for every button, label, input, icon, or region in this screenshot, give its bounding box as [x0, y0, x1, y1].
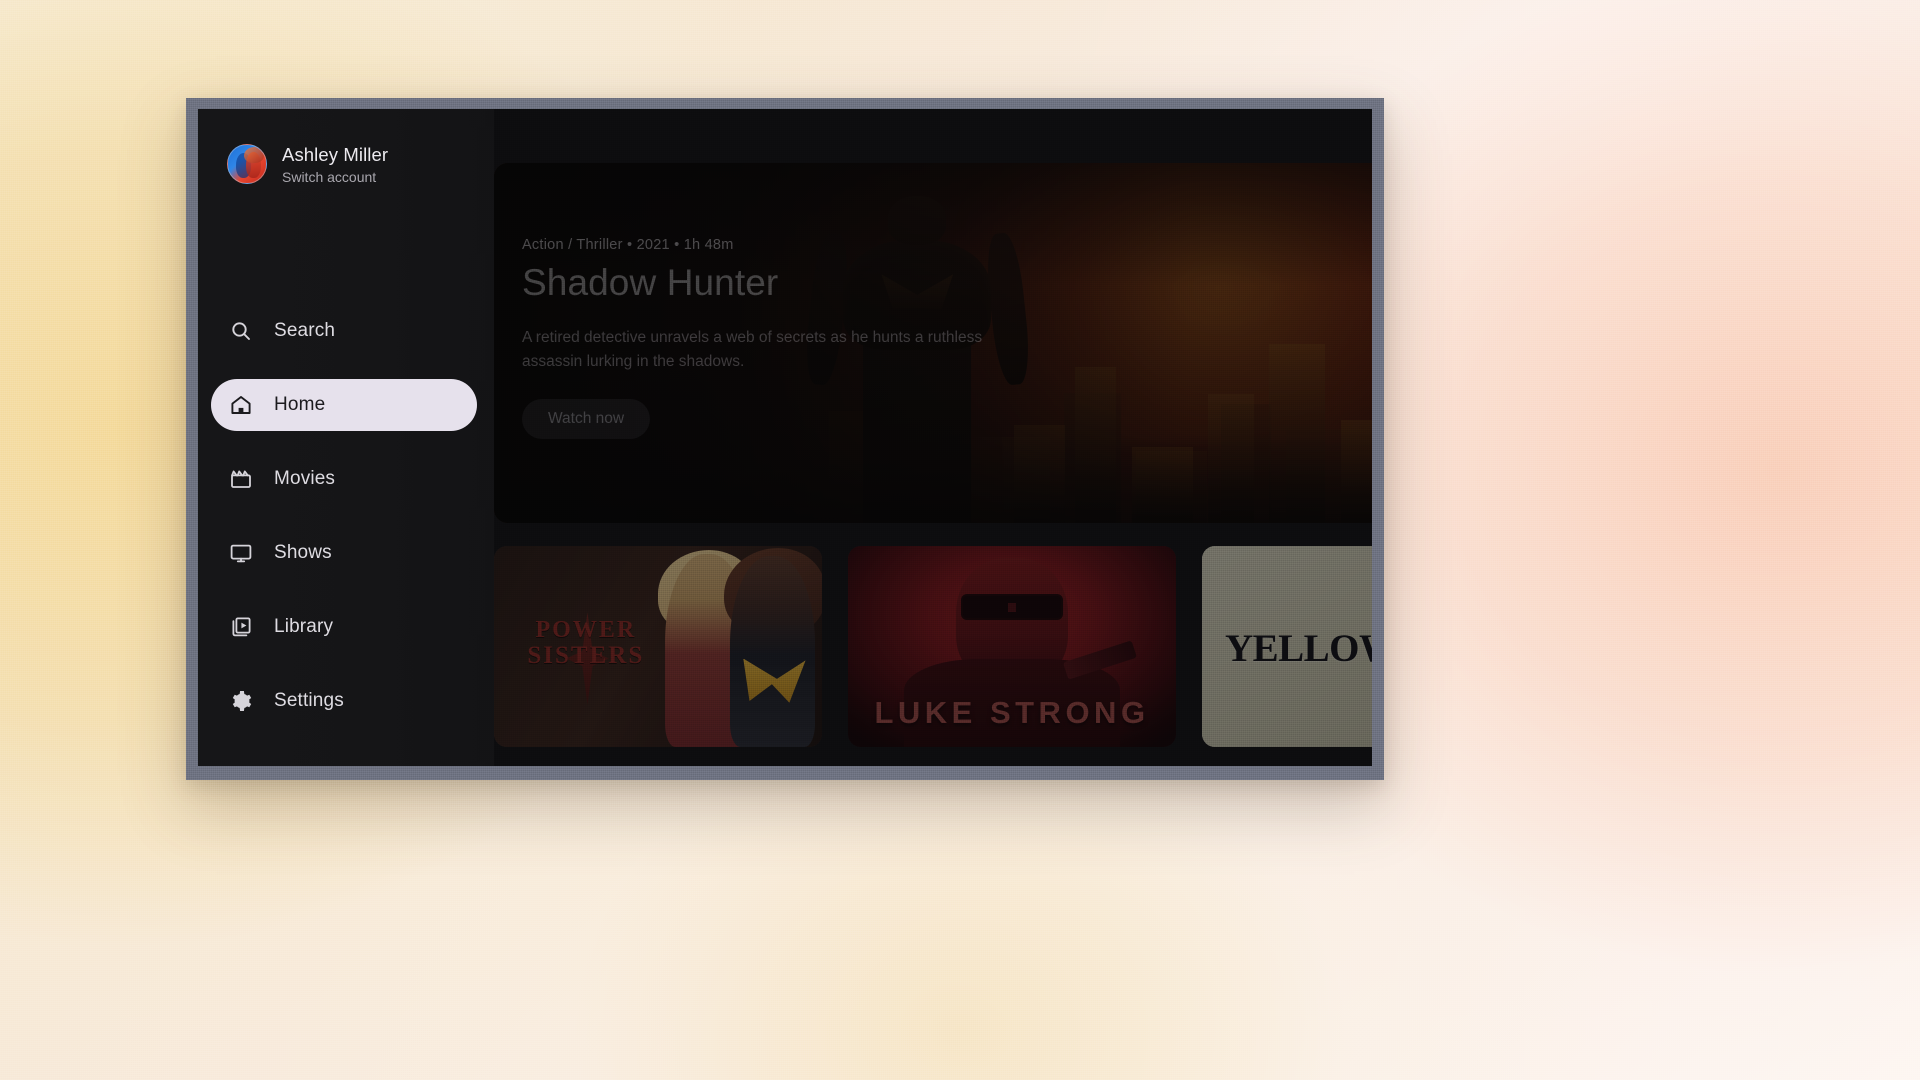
avatar[interactable]: [227, 144, 267, 185]
sidebar-item-label: Settings: [274, 690, 344, 711]
search-icon: [229, 319, 253, 343]
home-icon: [229, 393, 253, 417]
movie-card-power-sisters[interactable]: POWER SISTERS: [494, 546, 822, 747]
watch-now-button[interactable]: Watch now: [522, 398, 651, 439]
hero-description: A retired detective unravels a web of se…: [522, 328, 983, 371]
card-dim-overlay: [494, 546, 822, 747]
hero-meta: Action / Thriller • 2021 • 1h 48m: [522, 237, 734, 253]
sidebar-item-label: Search: [274, 320, 336, 341]
tv-frame: Action / Thriller • 2021 • 1h 48m Shadow…: [186, 98, 1384, 780]
sidebar-item-search[interactable]: Search: [211, 305, 477, 357]
content-row-track: POWER SISTERS LUKE STRONG: [494, 518, 1372, 747]
movie-card-yellow[interactable]: YELLOW: [1202, 546, 1372, 747]
hero-title: Shadow Hunter: [522, 262, 779, 303]
sidebar-item-label: Home: [274, 394, 326, 415]
movie-card-luke-strong[interactable]: LUKE STRONG: [848, 546, 1176, 747]
clapperboard-icon: [229, 467, 253, 491]
sidebar-nav: Search Home Movies Shows Library Setting…: [198, 305, 494, 749]
card-dim-overlay: [848, 546, 1176, 747]
desktop-wallpaper: Action / Thriller • 2021 • 1h 48m Shadow…: [0, 0, 1920, 1080]
account-name: Ashley Miller: [282, 144, 389, 165]
content-row: POWER SISTERS LUKE STRONG: [494, 518, 1372, 766]
sidebar-item-settings[interactable]: Settings: [211, 675, 477, 727]
gear-icon: [229, 689, 253, 713]
sidebar-item-label: Movies: [274, 468, 336, 489]
account-text: Ashley Miller Switch account: [282, 143, 388, 185]
switch-account-label: Switch account: [282, 169, 377, 186]
hero-banner[interactable]: Action / Thriller • 2021 • 1h 48m Shadow…: [494, 163, 1372, 523]
hero-copy: Action / Thriller • 2021 • 1h 48m Shadow…: [522, 237, 1142, 439]
sidebar-item-movies[interactable]: Movies: [211, 453, 477, 505]
monitor-icon: [229, 541, 253, 565]
sidebar-item-home[interactable]: Home: [211, 379, 477, 431]
tv-screen: Action / Thriller • 2021 • 1h 48m Shadow…: [198, 109, 1372, 766]
library-play-icon: [229, 615, 253, 639]
sidebar: Ashley Miller Switch account Search Home…: [198, 109, 494, 766]
card-dim-overlay: [1202, 546, 1372, 747]
sidebar-item-label: Library: [274, 616, 334, 637]
sidebar-item-library[interactable]: Library: [211, 601, 477, 653]
sidebar-item-label: Shows: [274, 542, 332, 563]
sidebar-item-shows[interactable]: Shows: [211, 527, 477, 579]
account-switcher[interactable]: Ashley Miller Switch account: [198, 109, 494, 185]
